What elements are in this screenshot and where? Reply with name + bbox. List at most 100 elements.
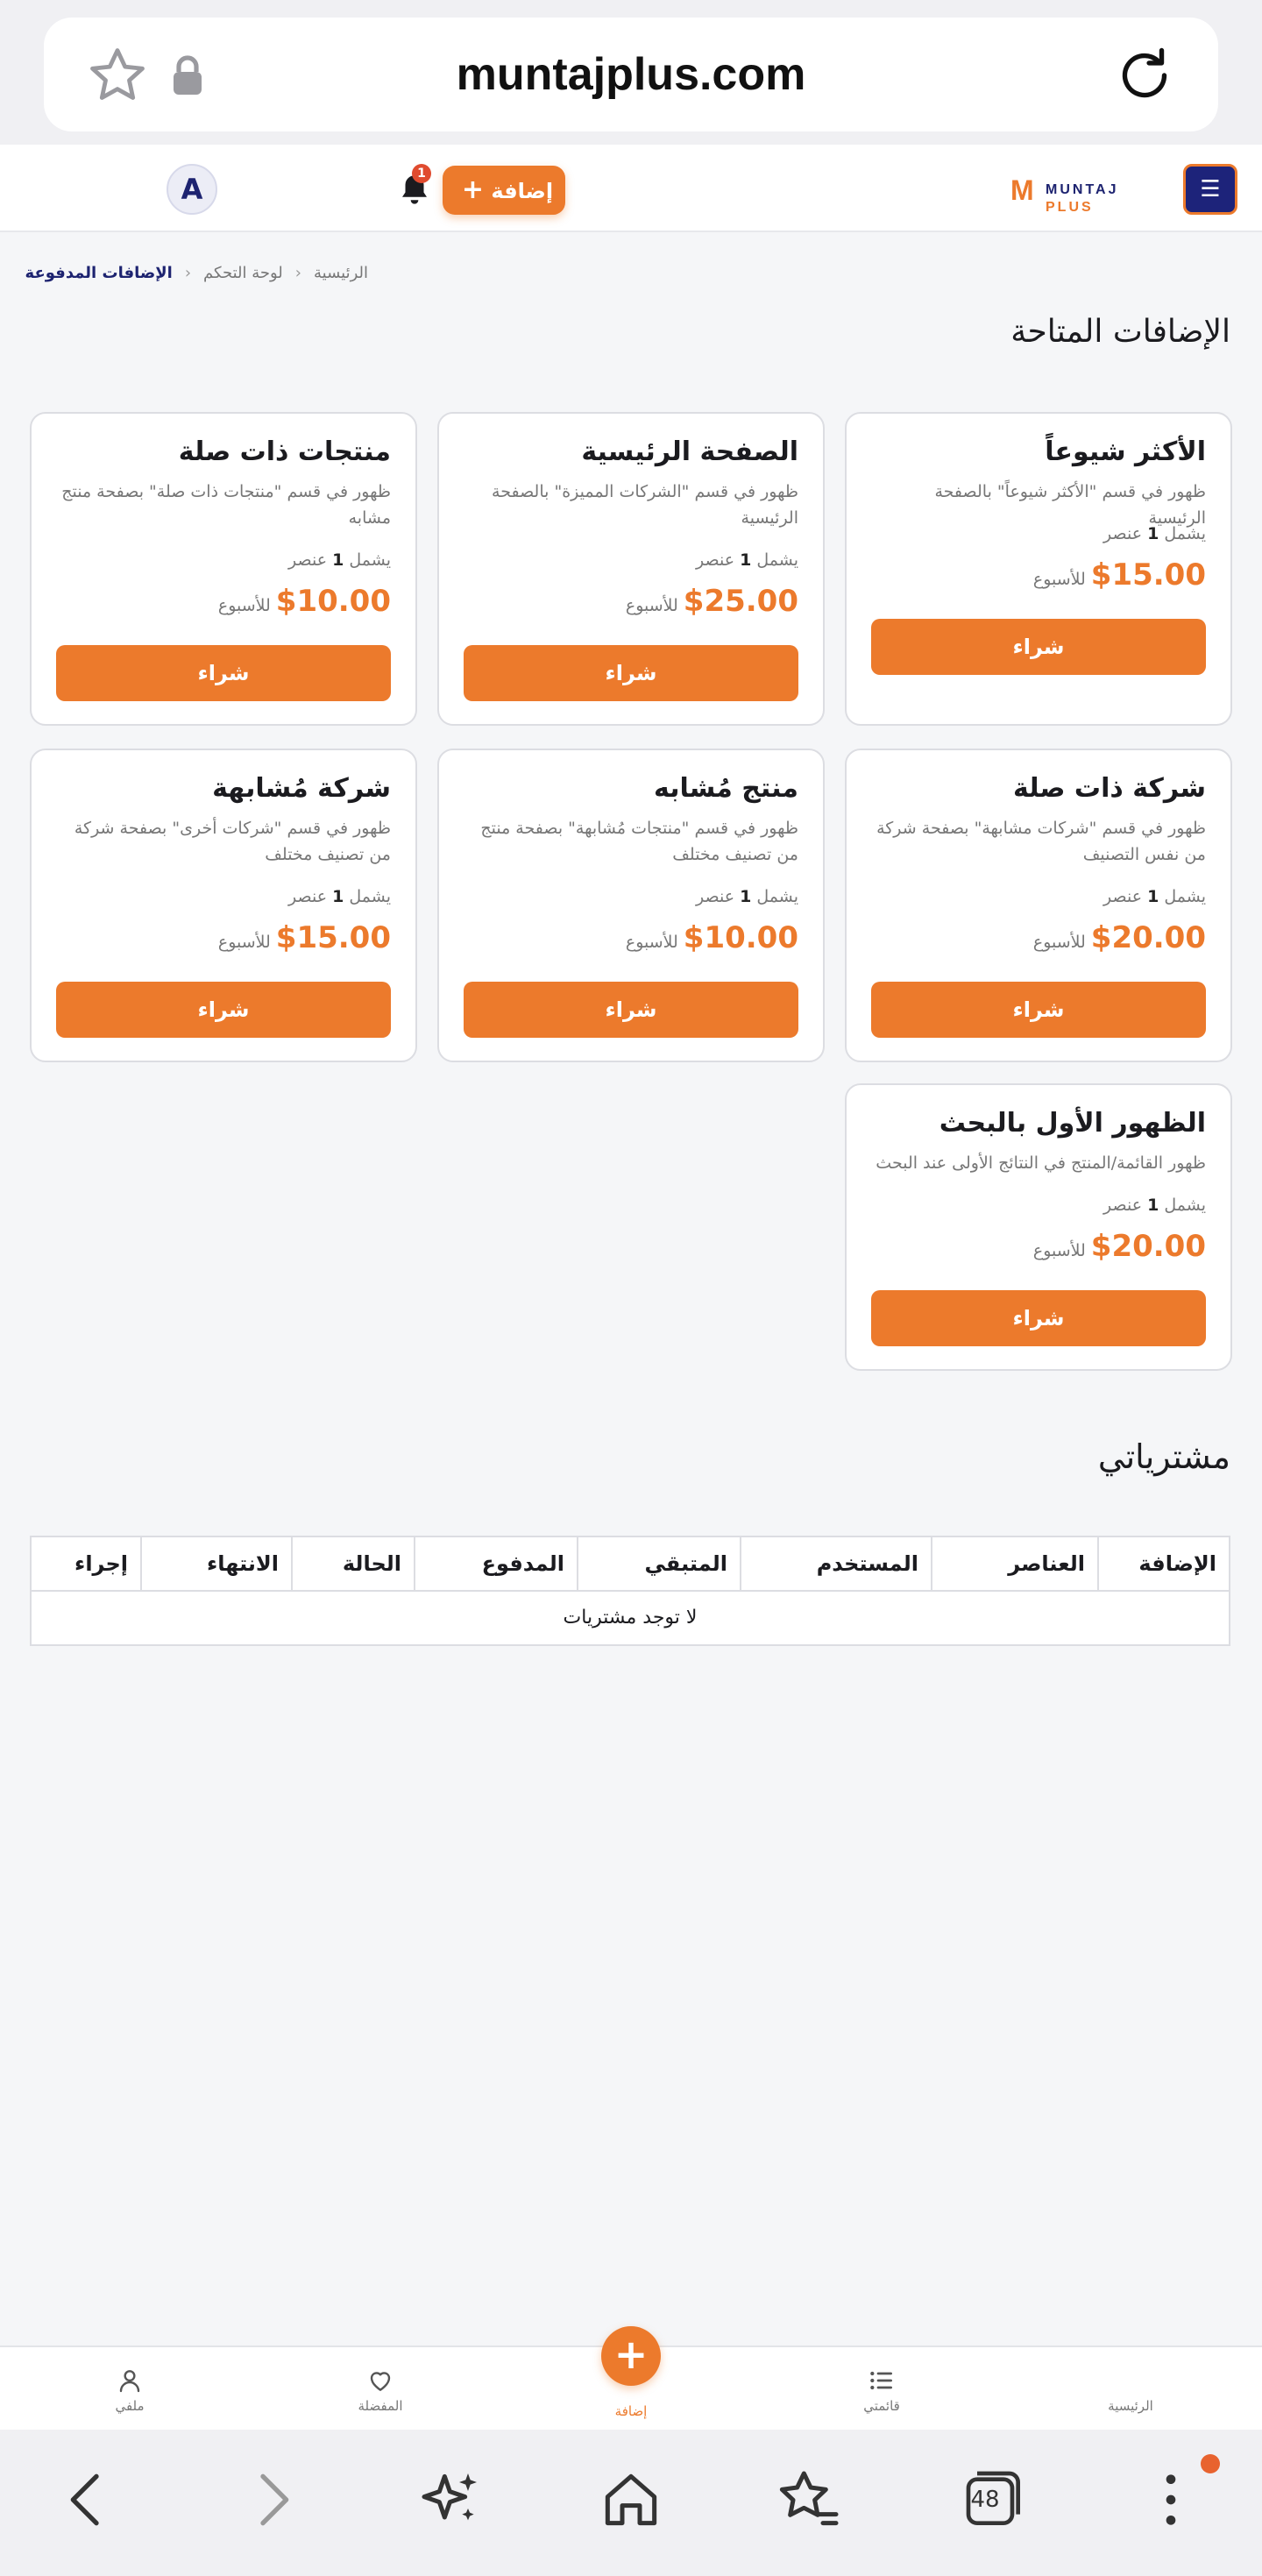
- my-purchases-title: مشترياتي: [1097, 1437, 1230, 1476]
- menu-icon: ☰: [1200, 176, 1221, 202]
- addon-card: منتجات ذات صلة ظهور في قسم "منتجات ذات ص…: [30, 412, 417, 726]
- more-options-icon[interactable]: [1136, 2465, 1206, 2535]
- breadcrumb-current: الإضافات المدفوعة: [25, 263, 173, 282]
- addon-includes: يشمل 1 عنصر: [1103, 524, 1206, 543]
- addon-title: منتجات ذات صلة: [178, 436, 391, 467]
- browser-toolbar: 48: [0, 2430, 1262, 2576]
- empty-state-text: لا توجد مشتريات: [563, 1607, 698, 1629]
- addon-description: ظهور في قسم "الشركات المميزة" بالصفحة ال…: [492, 482, 798, 528]
- nav-lists-label: قائمتي: [863, 2398, 900, 2414]
- addon-description: ظهور القائمة/المنتج في النتائج الأولى عن…: [876, 1153, 1206, 1173]
- addon-includes: يشمل 1 عنصر: [1103, 1196, 1206, 1215]
- notification-count-badge: 1: [412, 164, 431, 183]
- buy-button[interactable]: شراء: [464, 645, 798, 701]
- addon-card: الظهور الأول بالبحث ظهور القائمة/المنتج …: [845, 1083, 1232, 1371]
- tabs-button[interactable]: 48: [955, 2465, 1025, 2535]
- addon-description: ظهور في قسم "شركات مشابهة" بصفحة شركة من…: [876, 819, 1206, 864]
- column-header-items: العناصر: [931, 1537, 1097, 1590]
- addon-card: الأكثر شيوعاً ظهور في قسم "الأكثر شيوعاً…: [845, 412, 1232, 726]
- browser-address-bar-area: muntajplus.com: [0, 0, 1262, 145]
- column-header-remaining: المتبقي: [577, 1537, 740, 1590]
- buy-button[interactable]: شراء: [871, 619, 1206, 675]
- reload-icon[interactable]: [1113, 44, 1176, 107]
- chevron-left-icon: ‹: [294, 263, 301, 282]
- nav-add-label: إضافة: [614, 2403, 648, 2419]
- column-header-paid: المدفوع: [414, 1537, 577, 1590]
- brand-name: MUNTAJ: [1046, 182, 1119, 197]
- addon-title: شركة ذات صلة: [1013, 773, 1206, 804]
- browser-address-bar[interactable]: muntajplus.com: [44, 18, 1218, 131]
- buy-button[interactable]: شراء: [871, 982, 1206, 1038]
- addon-title: شركة مُشابهة: [212, 773, 391, 804]
- addon-includes: يشمل 1 عنصر: [288, 550, 391, 570]
- addon-price: $15.00للأسبوع: [217, 920, 391, 955]
- add-button-label: إضافة: [491, 179, 554, 203]
- back-icon[interactable]: [53, 2465, 123, 2535]
- user-avatar[interactable]: A: [167, 164, 217, 215]
- breadcrumb-dashboard[interactable]: لوحة التحكم: [203, 264, 283, 282]
- available-addons-title: الإضافات المتاحة: [1010, 314, 1230, 350]
- list-icon: [870, 2371, 892, 2390]
- user-icon: [119, 2370, 140, 2393]
- breadcrumb-home[interactable]: الرئيسية: [314, 264, 368, 282]
- addon-price: $10.00للأسبوع: [625, 920, 798, 955]
- nav-favorites-label: المفضلة: [358, 2398, 403, 2414]
- addon-price: $25.00للأسبوع: [625, 584, 798, 619]
- column-header-status: الحالة: [291, 1537, 414, 1590]
- buy-button[interactable]: شراء: [871, 1290, 1206, 1346]
- menu-toggle-button[interactable]: ☰: [1183, 164, 1237, 215]
- addon-price: $15.00للأسبوع: [1032, 557, 1206, 593]
- column-header-used: المستخدم: [740, 1537, 931, 1590]
- addon-card: شركة مُشابهة ظهور في قسم "شركات أخرى" بص…: [30, 749, 417, 1062]
- column-header-addon: الإضافة: [1097, 1537, 1229, 1590]
- addon-includes: يشمل 1 عنصر: [288, 887, 391, 906]
- brand-logo[interactable]: M MUNTAJ PLUS: [1010, 174, 1168, 215]
- addon-card: شركة ذات صلة ظهور في قسم "شركات مشابهة" …: [845, 749, 1232, 1062]
- add-listing-button[interactable]: + إضافة: [443, 166, 565, 215]
- buy-button[interactable]: شراء: [56, 645, 391, 701]
- addon-title: الصفحة الرئيسية: [581, 436, 798, 467]
- addon-includes: يشمل 1 عنصر: [696, 550, 798, 570]
- addon-title: الأكثر شيوعاً: [1045, 436, 1206, 467]
- forward-icon[interactable]: [237, 2465, 307, 2535]
- home-nav-spacer: [1117, 2367, 1145, 2395]
- sparkle-icon[interactable]: [415, 2465, 486, 2535]
- update-indicator-dot: [1201, 2454, 1220, 2473]
- addon-includes: يشمل 1 عنصر: [696, 887, 798, 906]
- nav-home[interactable]: الرئيسية: [1078, 2347, 1183, 2431]
- url-text[interactable]: muntajplus.com: [44, 18, 1218, 131]
- addon-price: $10.00للأسبوع: [217, 584, 391, 619]
- addon-title: منتج مُشابه: [654, 773, 798, 804]
- nav-favorites[interactable]: المفضلة: [328, 2347, 433, 2431]
- bookmarks-star-list-icon[interactable]: [775, 2465, 845, 2535]
- chevron-left-icon: ‹: [184, 263, 192, 282]
- plus-icon: +: [613, 2331, 649, 2378]
- bottom-navigation: الرئيسية قائمتي + إضافة المفضلة ملفي: [0, 2326, 1262, 2431]
- addon-price: $20.00للأسبوع: [1032, 1229, 1206, 1264]
- addon-card: الصفحة الرئيسية ظهور في قسم "الشركات الم…: [437, 412, 825, 726]
- buy-button[interactable]: شراء: [56, 982, 391, 1038]
- addon-price: $20.00للأسبوع: [1032, 920, 1206, 955]
- app-header: A 1 + إضافة M MUNTAJ PLUS ☰: [0, 145, 1262, 232]
- brand-logo-text: MUNTAJ PLUS: [1046, 181, 1168, 216]
- addon-title: الظهور الأول بالبحث: [939, 1108, 1206, 1139]
- nav-home-label: الرئيسية: [1108, 2398, 1153, 2414]
- table-header-row: الإضافة العناصر المستخدم المتبقي المدفوع…: [32, 1537, 1229, 1592]
- brand-logo-mark: M: [1010, 174, 1034, 206]
- column-header-action: إجراء: [74, 1551, 128, 1576]
- addon-card: منتج مُشابه ظهور في قسم "منتجات مُشابهة"…: [437, 749, 825, 1062]
- breadcrumb: الرئيسية ‹ لوحة التحكم ‹ الإضافات المدفوعة: [0, 263, 368, 289]
- buy-button[interactable]: شراء: [464, 982, 798, 1038]
- home-icon[interactable]: [596, 2465, 666, 2535]
- addon-includes: يشمل 1 عنصر: [1103, 887, 1206, 906]
- nav-lists[interactable]: قائمتي: [829, 2347, 934, 2431]
- plus-icon: +: [461, 174, 485, 205]
- tab-count: 48: [970, 2487, 1000, 2513]
- nav-add-button[interactable]: +: [601, 2326, 661, 2386]
- brand-plus: PLUS: [1046, 200, 1094, 215]
- addon-description: ظهور في قسم "شركات أخرى" بصفحة شركة من ت…: [74, 819, 391, 864]
- column-header-expiry: الانتهاء: [140, 1537, 291, 1590]
- nav-profile-label: ملفي: [115, 2398, 145, 2414]
- nav-profile[interactable]: ملفي: [77, 2347, 182, 2431]
- heart-icon: [370, 2372, 391, 2391]
